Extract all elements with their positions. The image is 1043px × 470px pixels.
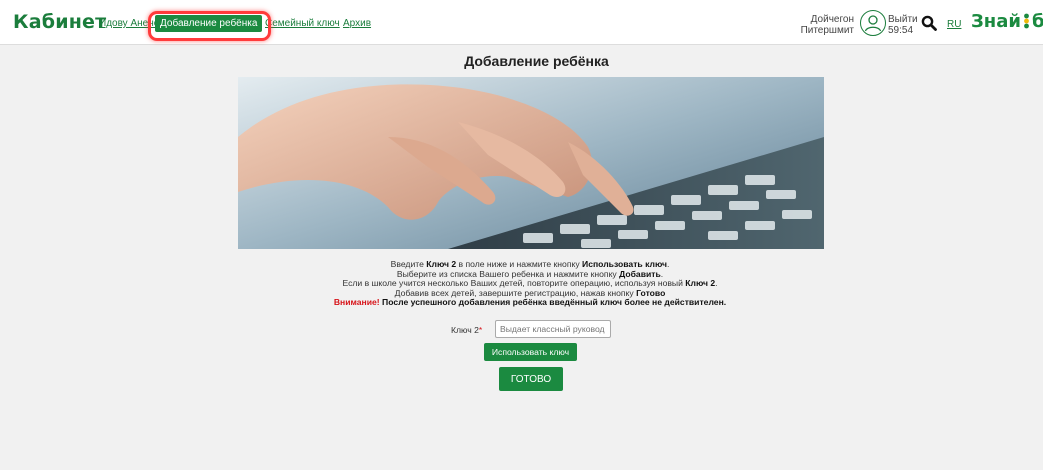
key-2-label: Ключ 2* (451, 325, 483, 335)
language-switch[interactable]: RU (947, 19, 961, 30)
session-timer: 59:54 (888, 25, 914, 36)
done-button[interactable]: ГОТОВО (499, 367, 563, 391)
cabinet-brand: Кабинет (13, 11, 107, 33)
user-first-name: Дойчегон (810, 14, 854, 25)
instructions: Введите Ключ 2 в поле ниже и нажмите кно… (330, 259, 730, 308)
hero-image (238, 77, 824, 249)
key-2-input[interactable] (495, 320, 611, 338)
nav-archive[interactable]: Архив (343, 18, 371, 29)
page-title: Добавление ребёнка (464, 53, 609, 69)
warning-label: Внимание! (333, 297, 380, 308)
use-key-button[interactable]: Использовать ключ (484, 343, 577, 361)
warning-message: Внимание! После успешного добавления реб… (333, 297, 727, 308)
nav-family-key[interactable]: Семейный ключ (265, 18, 340, 29)
required-mark: * (478, 325, 483, 335)
search-icon[interactable] (921, 15, 937, 36)
user-name: Дойчегон Питершмит (788, 14, 854, 36)
logout-block[interactable]: Выйти 59:54 (888, 14, 918, 36)
user-last-name: Питершмит (800, 25, 854, 36)
top-header: Кабинет Идову Анене Добавление ребёнка С… (0, 0, 1043, 45)
znaibai-logo[interactable]: Знайбай (971, 11, 1043, 32)
logout-label[interactable]: Выйти (888, 14, 918, 25)
user-avatar-icon[interactable] (860, 10, 886, 36)
active-nav-highlight (148, 11, 271, 41)
